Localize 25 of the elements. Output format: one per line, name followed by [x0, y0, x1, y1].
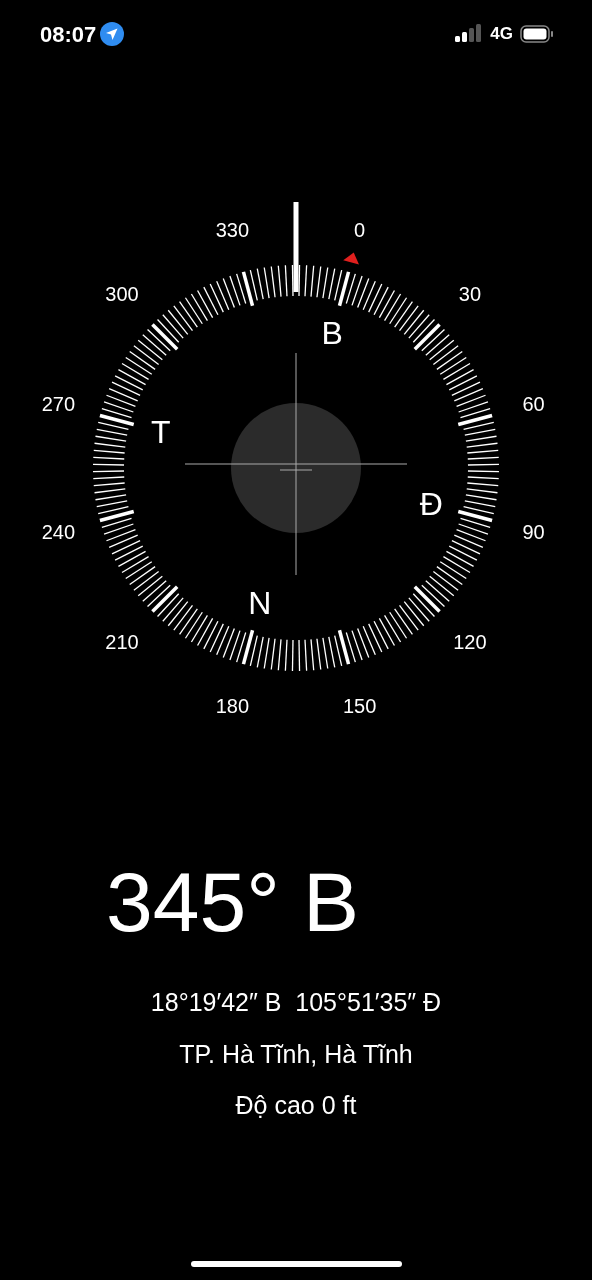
altitude-text: Độ cao 0 ft — [235, 1090, 357, 1121]
cardinal-label: N — [248, 585, 272, 622]
degree-label: 60 — [522, 393, 545, 416]
coordinates-text: 18°19′42″ B 105°51′35″ Đ — [150, 987, 442, 1018]
battery-icon — [520, 25, 554, 43]
cardinal-label: Đ — [419, 486, 443, 523]
degree-label: 0 — [354, 219, 366, 242]
degree-label: 90 — [522, 520, 545, 543]
status-time: 08:07 — [40, 20, 97, 49]
degree-label: 210 — [105, 630, 139, 653]
cardinal-label: T — [151, 413, 171, 450]
cardinal-label: B — [321, 314, 343, 351]
heading-reading: 345° B — [106, 860, 361, 944]
degree-label: 180 — [215, 694, 249, 717]
degree-label: 120 — [453, 630, 487, 653]
degree-label: 30 — [458, 283, 482, 306]
location-text: TP. Hà Tĩnh, Hà Tĩnh — [179, 1038, 413, 1070]
north-marker-icon — [343, 252, 359, 265]
network-type: 4G — [490, 23, 513, 46]
degree-label: 150 — [343, 694, 377, 717]
signal-icon — [455, 24, 484, 44]
degree-label: 240 — [41, 520, 76, 543]
degree-label: 300 — [105, 283, 139, 306]
degree-label: 270 — [41, 393, 76, 416]
degree-label: 330 — [215, 219, 249, 242]
